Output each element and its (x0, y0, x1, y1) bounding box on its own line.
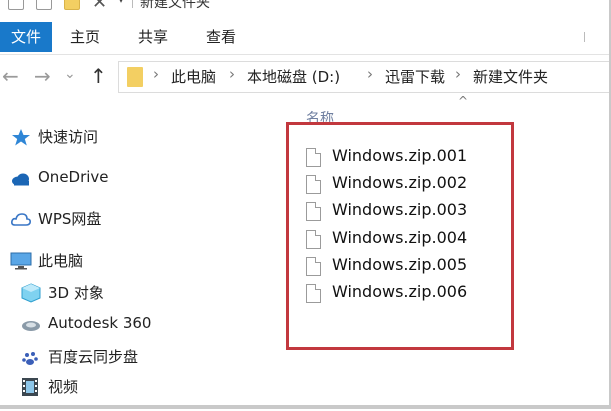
recent-locations-icon[interactable]: ⌄ (64, 66, 76, 82)
app-icon (8, 0, 24, 10)
cloud-outline-icon (11, 213, 31, 226)
file-icon (306, 257, 321, 276)
star-icon (12, 129, 30, 146)
breadcrumb-separator: › (367, 65, 373, 83)
new-folder-icon[interactable] (64, 0, 80, 10)
film-icon (22, 378, 38, 396)
explorer-window: ✕ ▾ 新建文件夹 文件 主页 共享 查看 ← → ⌄ ↑ › 此电脑 › 本地… (0, 0, 611, 409)
sidebar-item-label: OneDrive (38, 168, 109, 186)
breadcrumb-separator: › (455, 65, 461, 83)
breadcrumb-xunlei-download[interactable]: 迅雷下载 (385, 66, 445, 87)
breadcrumb-separator: › (229, 65, 235, 83)
file-icon (306, 175, 321, 194)
sidebar-item-label: 百度云同步盘 (48, 348, 139, 366)
file-name: Windows.zip.006 (332, 282, 468, 301)
customize-toolbar-arrow-icon[interactable]: ▾ (118, 0, 124, 6)
tab-file[interactable]: 文件 (0, 22, 52, 52)
sidebar-item-label: 视频 (48, 378, 79, 396)
breadcrumb-local-disk[interactable]: 本地磁盘 (D:) (247, 66, 340, 87)
monitor-icon (10, 252, 32, 270)
breadcrumb-new-folder[interactable]: 新建文件夹 (473, 66, 548, 87)
tab-share[interactable]: 共享 (138, 22, 168, 52)
navigation-pane: 快速访问 OneDrive WPS网盘 此电脑 3D 对象 Autodesk 3… (0, 100, 290, 400)
tab-home[interactable]: 主页 (70, 22, 100, 52)
window-title: 新建文件夹 (140, 0, 210, 11)
cloud-icon (12, 173, 29, 186)
tab-view[interactable]: 查看 (206, 22, 236, 52)
autodesk-icon (22, 321, 40, 331)
sidebar-item-label: 3D 对象 (48, 284, 104, 302)
ribbon-tabs: 文件 主页 共享 查看 (0, 22, 609, 55)
sidebar-item-label: Autodesk 360 (48, 314, 152, 332)
address-bar[interactable]: › 此电脑 › 本地磁盘 (D:) › 迅雷下载 › 新建文件夹 (118, 61, 609, 93)
file-icon (306, 284, 321, 303)
file-icon (306, 230, 321, 249)
ribbon-divider (584, 32, 595, 42)
properties-icon[interactable] (36, 0, 52, 10)
file-name: Windows.zip.002 (332, 173, 468, 192)
file-name: Windows.zip.005 (332, 255, 468, 274)
baidu-sync-icon (22, 352, 38, 365)
delete-icon[interactable]: ✕ (92, 0, 107, 13)
back-arrow-icon[interactable]: ← (2, 64, 19, 88)
folder-icon (127, 67, 143, 87)
sidebar-item-label: 此电脑 (38, 252, 84, 270)
title-bar: ✕ ▾ 新建文件夹 (0, 0, 609, 14)
forward-arrow-icon[interactable]: → (34, 64, 51, 88)
sort-chevron-icon[interactable]: ^ (458, 94, 468, 108)
title-separator (132, 0, 133, 8)
navigation-bar: ← → ⌄ ↑ › 此电脑 › 本地磁盘 (D:) › 迅雷下载 › 新建文件夹 (0, 58, 609, 94)
breadcrumb-this-pc[interactable]: 此电脑 (171, 66, 216, 87)
file-icon (306, 202, 321, 221)
cube-icon (21, 283, 41, 303)
up-arrow-icon[interactable]: ↑ (90, 64, 107, 88)
sidebar-item-label: 快速访问 (38, 128, 99, 146)
sidebar-item-label: WPS网盘 (38, 210, 102, 228)
file-icon (306, 148, 321, 167)
file-name: Windows.zip.003 (332, 200, 468, 219)
breadcrumb-separator: › (153, 65, 159, 83)
file-name: Windows.zip.001 (332, 146, 468, 165)
file-name: Windows.zip.004 (332, 228, 468, 247)
